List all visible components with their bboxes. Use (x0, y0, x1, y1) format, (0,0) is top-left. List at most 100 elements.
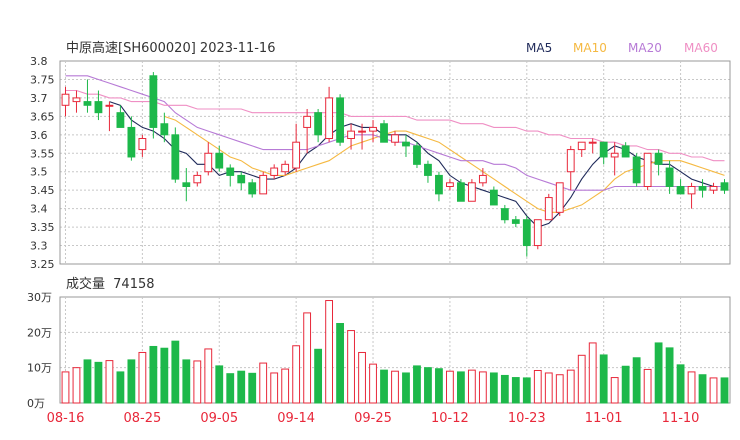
candle (83, 79, 92, 113)
candle-body (555, 182, 564, 213)
candlesticks (61, 72, 729, 257)
volume-tick-label: 0万 (27, 397, 45, 410)
volume-bar (698, 374, 707, 404)
candle-body (204, 152, 213, 173)
volume-bar (160, 347, 169, 404)
price-tick-label: 3.65 (30, 110, 55, 123)
price-tick-label: 3.6 (30, 129, 48, 142)
candle (237, 171, 246, 191)
candle (347, 123, 355, 150)
candle-body (511, 219, 520, 224)
volume-bar (577, 354, 586, 404)
candle-body (116, 112, 125, 128)
volume-bar (621, 365, 630, 404)
candle (292, 123, 301, 172)
candle (424, 160, 432, 183)
volume-bar (94, 361, 103, 404)
candle (467, 179, 476, 202)
candle (105, 101, 114, 132)
ma-legend: MA5 MA10 MA20 MA60 (526, 41, 718, 55)
candle (413, 142, 421, 169)
volume-bar (127, 359, 136, 404)
volume-bar (138, 351, 147, 404)
candle-body (566, 149, 575, 173)
volume-label: 成交量 (66, 276, 105, 292)
candle-body (83, 101, 92, 106)
volume-bar (336, 323, 344, 404)
volume-bar (489, 372, 498, 404)
candle (380, 120, 388, 143)
volume-bar (413, 365, 421, 404)
volume-bar (478, 371, 487, 404)
price-tick-label: 3.35 (30, 221, 55, 234)
candle (127, 116, 136, 161)
candle (500, 204, 509, 224)
candle (215, 145, 224, 172)
candle-body (654, 152, 663, 165)
volume-bar (204, 348, 213, 404)
volume-bar (193, 360, 202, 404)
volume-bar (676, 364, 685, 404)
volume-bar (446, 370, 454, 404)
candle-body (380, 123, 388, 143)
candle (204, 142, 213, 176)
candle-body (248, 182, 257, 195)
candle (511, 216, 520, 228)
volume-bar (270, 372, 279, 404)
volume-bar (720, 377, 729, 404)
candle-body (720, 182, 729, 191)
candle-body (325, 97, 334, 140)
candle-body (643, 152, 652, 187)
candle-body (182, 182, 191, 187)
date-tick-label: 09-25 (354, 411, 392, 426)
volume-bar (314, 348, 323, 404)
date-tick-label: 08-25 (123, 411, 161, 426)
candle-body (665, 167, 674, 187)
candle (489, 186, 498, 206)
candle-body (500, 208, 509, 221)
candle-body (676, 185, 685, 195)
price-tick-label: 3.45 (30, 184, 55, 197)
volume-bar (566, 369, 575, 404)
candle-body (456, 182, 465, 202)
candle-body (314, 112, 323, 136)
date-tick-label: 08-16 (47, 411, 85, 426)
price-grid (59, 60, 731, 265)
candle-body (226, 167, 235, 176)
candle-body (127, 126, 136, 158)
volume-bar (544, 372, 553, 404)
candle-body (292, 141, 301, 169)
price-tick-label: 3.7 (30, 92, 48, 105)
candle (446, 179, 454, 191)
candle-body (424, 163, 432, 176)
candle (566, 145, 575, 191)
volume-tick-label: 20万 (27, 326, 52, 339)
volume-bar (83, 359, 92, 404)
candle-body (489, 189, 498, 206)
candle-body (358, 130, 366, 133)
candle-body (413, 145, 421, 165)
candle-body (94, 101, 103, 114)
date-tick-label: 11-01 (585, 411, 623, 426)
volume-bar (467, 369, 476, 404)
price-tick-label: 3.8 (30, 55, 48, 68)
candle-body (193, 174, 202, 184)
candle-body (621, 145, 630, 158)
ma10-legend-label: MA10 (573, 41, 607, 55)
candle (325, 86, 334, 143)
date-tick-label: 10-12 (431, 411, 469, 426)
volume-bar (709, 377, 718, 404)
price-tick-label: 3.4 (30, 203, 48, 216)
volume-bar (347, 330, 355, 404)
candle (182, 168, 191, 202)
candle-body (336, 97, 344, 143)
volume-bar (303, 312, 312, 404)
candle (533, 219, 542, 250)
volume-bar (369, 363, 377, 404)
volume-bar (402, 372, 410, 404)
volume-tick-label: 10万 (27, 362, 52, 375)
price-tick-label: 3.55 (30, 147, 55, 160)
candle (193, 171, 202, 187)
volume-bar (533, 369, 542, 404)
candle (720, 179, 729, 194)
